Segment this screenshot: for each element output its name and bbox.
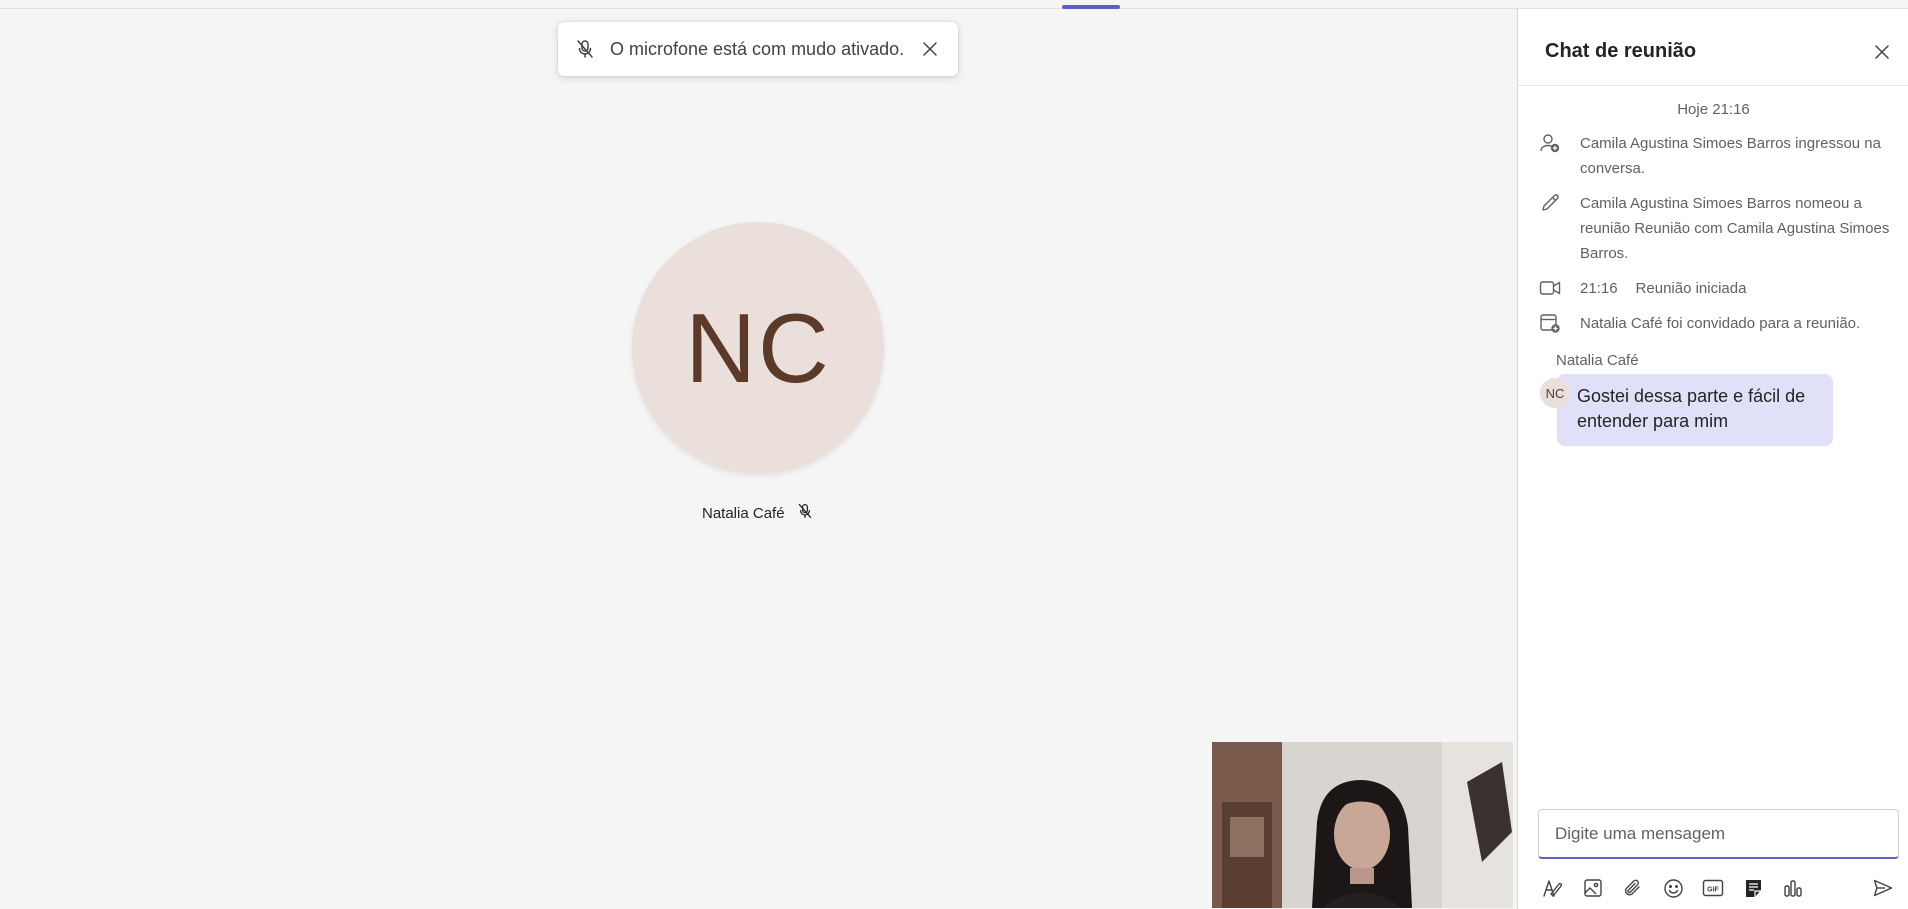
chat-date-header: Hoje 21:16 [1677,101,1750,118]
meeting-chat-panel: Chat de reunião Hoje 21:16 Camila Agusti… [1517,9,1908,909]
poll-icon[interactable] [1778,873,1808,903]
svg-text:GIF: GIF [1707,887,1719,894]
top-bar [0,0,1908,9]
video-camera-icon [1538,276,1562,301]
message-input[interactable] [1553,822,1887,845]
message-sender-name: Natalia Café [1556,352,1639,369]
chat-event-joined: Camila Agustina Simoes Barros ingressou … [1538,131,1898,181]
chat-message-text: Gostei dessa parte e fácil de entender p… [1577,386,1806,431]
chat-event-text: Camila Agustina Simoes Barros ingressou … [1580,135,1881,177]
message-sender-avatar[interactable]: NC [1540,378,1570,408]
chat-message-bubble[interactable]: Gostei dessa parte e fácil de entender p… [1557,374,1833,446]
chat-event-text: Camila Agustina Simoes Barros nomeou a r… [1580,195,1890,262]
chat-event-text: Reunião iniciada [1635,280,1747,297]
send-icon[interactable] [1868,873,1898,903]
chat-event-invited: Natalia Café foi convidado para a reuniã… [1538,311,1898,336]
meeting-stage: O microfone está com mudo ativado. NC Na… [0,9,1517,909]
person-add-icon [1538,131,1562,156]
gif-icon[interactable]: GIF [1698,873,1728,903]
compose-toolbar: GIF [1538,873,1908,905]
sticker-icon[interactable] [1738,873,1768,903]
image-icon[interactable] [1578,873,1608,903]
close-chat-button[interactable] [1870,40,1894,64]
self-video-image [1212,742,1513,908]
calendar-add-icon [1538,311,1562,336]
participant-avatar: NC [632,222,884,474]
participant-name: Natalia Café [702,504,785,522]
mute-notification-text: O microfone está com mudo ativado. [610,38,905,59]
participant-name-label: Natalia Café [702,503,813,523]
chat-event-renamed: Camila Agustina Simoes Barros nomeou a r… [1538,191,1898,266]
close-notification-button[interactable] [918,37,942,61]
chat-event-meeting-started: 21:16 Reunião iniciada [1538,276,1898,301]
pencil-icon [1538,191,1562,216]
participant-mic-off-icon [797,503,813,523]
attach-icon[interactable] [1618,873,1648,903]
participant-initials: NC [685,292,831,403]
chat-header-divider [1518,85,1908,86]
mute-notification: O microfone está com mudo ativado. [558,22,958,76]
chat-event-text: Natalia Café foi convidado para a reuniã… [1580,315,1861,332]
emoji-icon[interactable] [1658,873,1688,903]
format-icon[interactable] [1538,873,1568,903]
self-video-preview[interactable] [1212,742,1513,908]
chat-event-time: 21:16 [1580,280,1618,297]
mic-off-icon [574,38,596,60]
chat-title: Chat de reunião [1545,40,1697,62]
message-compose-box[interactable] [1538,809,1899,859]
